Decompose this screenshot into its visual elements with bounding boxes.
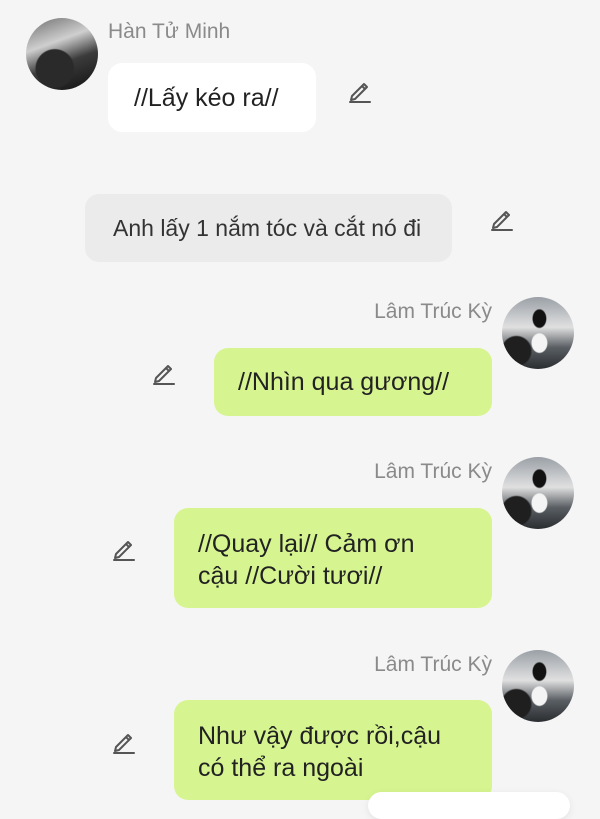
- message-text: //Nhìn qua gương//: [238, 368, 450, 396]
- avatar-han-tu-minh[interactable]: [26, 18, 98, 90]
- author-name: Lâm Trúc Kỳ: [374, 653, 492, 676]
- edit-icon[interactable]: [110, 727, 138, 755]
- edit-icon[interactable]: [150, 358, 178, 386]
- edit-icon[interactable]: [110, 534, 138, 562]
- edit-icon[interactable]: [488, 204, 516, 232]
- message-text-line: Như vậy được rồi,cậu: [198, 722, 442, 750]
- author-name: Hàn Tử Minh: [108, 20, 231, 43]
- bottom-popup[interactable]: [368, 792, 570, 819]
- message-text-line: cậu //Cười tươi//: [198, 562, 383, 590]
- message-bubble[interactable]: //Lấy kéo ra//: [108, 63, 316, 132]
- message-bubble[interactable]: Như vậy được rồi,cậu có thể ra ngoài: [174, 700, 492, 800]
- edit-icon[interactable]: [346, 76, 374, 104]
- message-bubble[interactable]: //Quay lại// Cảm ơn cậu //Cười tươi//: [174, 508, 492, 608]
- author-name: Lâm Trúc Kỳ: [374, 300, 492, 323]
- narration-bubble[interactable]: Anh lấy 1 nắm tóc và cắt nó đi: [85, 194, 452, 262]
- message-text: Anh lấy 1 nắm tóc và cắt nó đi: [113, 215, 422, 241]
- message-bubble[interactable]: //Nhìn qua gương//: [214, 348, 492, 416]
- message-text-line: có thể ra ngoài: [198, 754, 364, 782]
- avatar-lam-truc-ky[interactable]: [502, 297, 574, 369]
- message-text-line: //Quay lại// Cảm ơn: [198, 530, 415, 558]
- message-text: //Lấy kéo ra//: [134, 83, 279, 112]
- avatar-lam-truc-ky[interactable]: [502, 457, 574, 529]
- author-name: Lâm Trúc Kỳ: [374, 460, 492, 483]
- avatar-lam-truc-ky[interactable]: [502, 650, 574, 722]
